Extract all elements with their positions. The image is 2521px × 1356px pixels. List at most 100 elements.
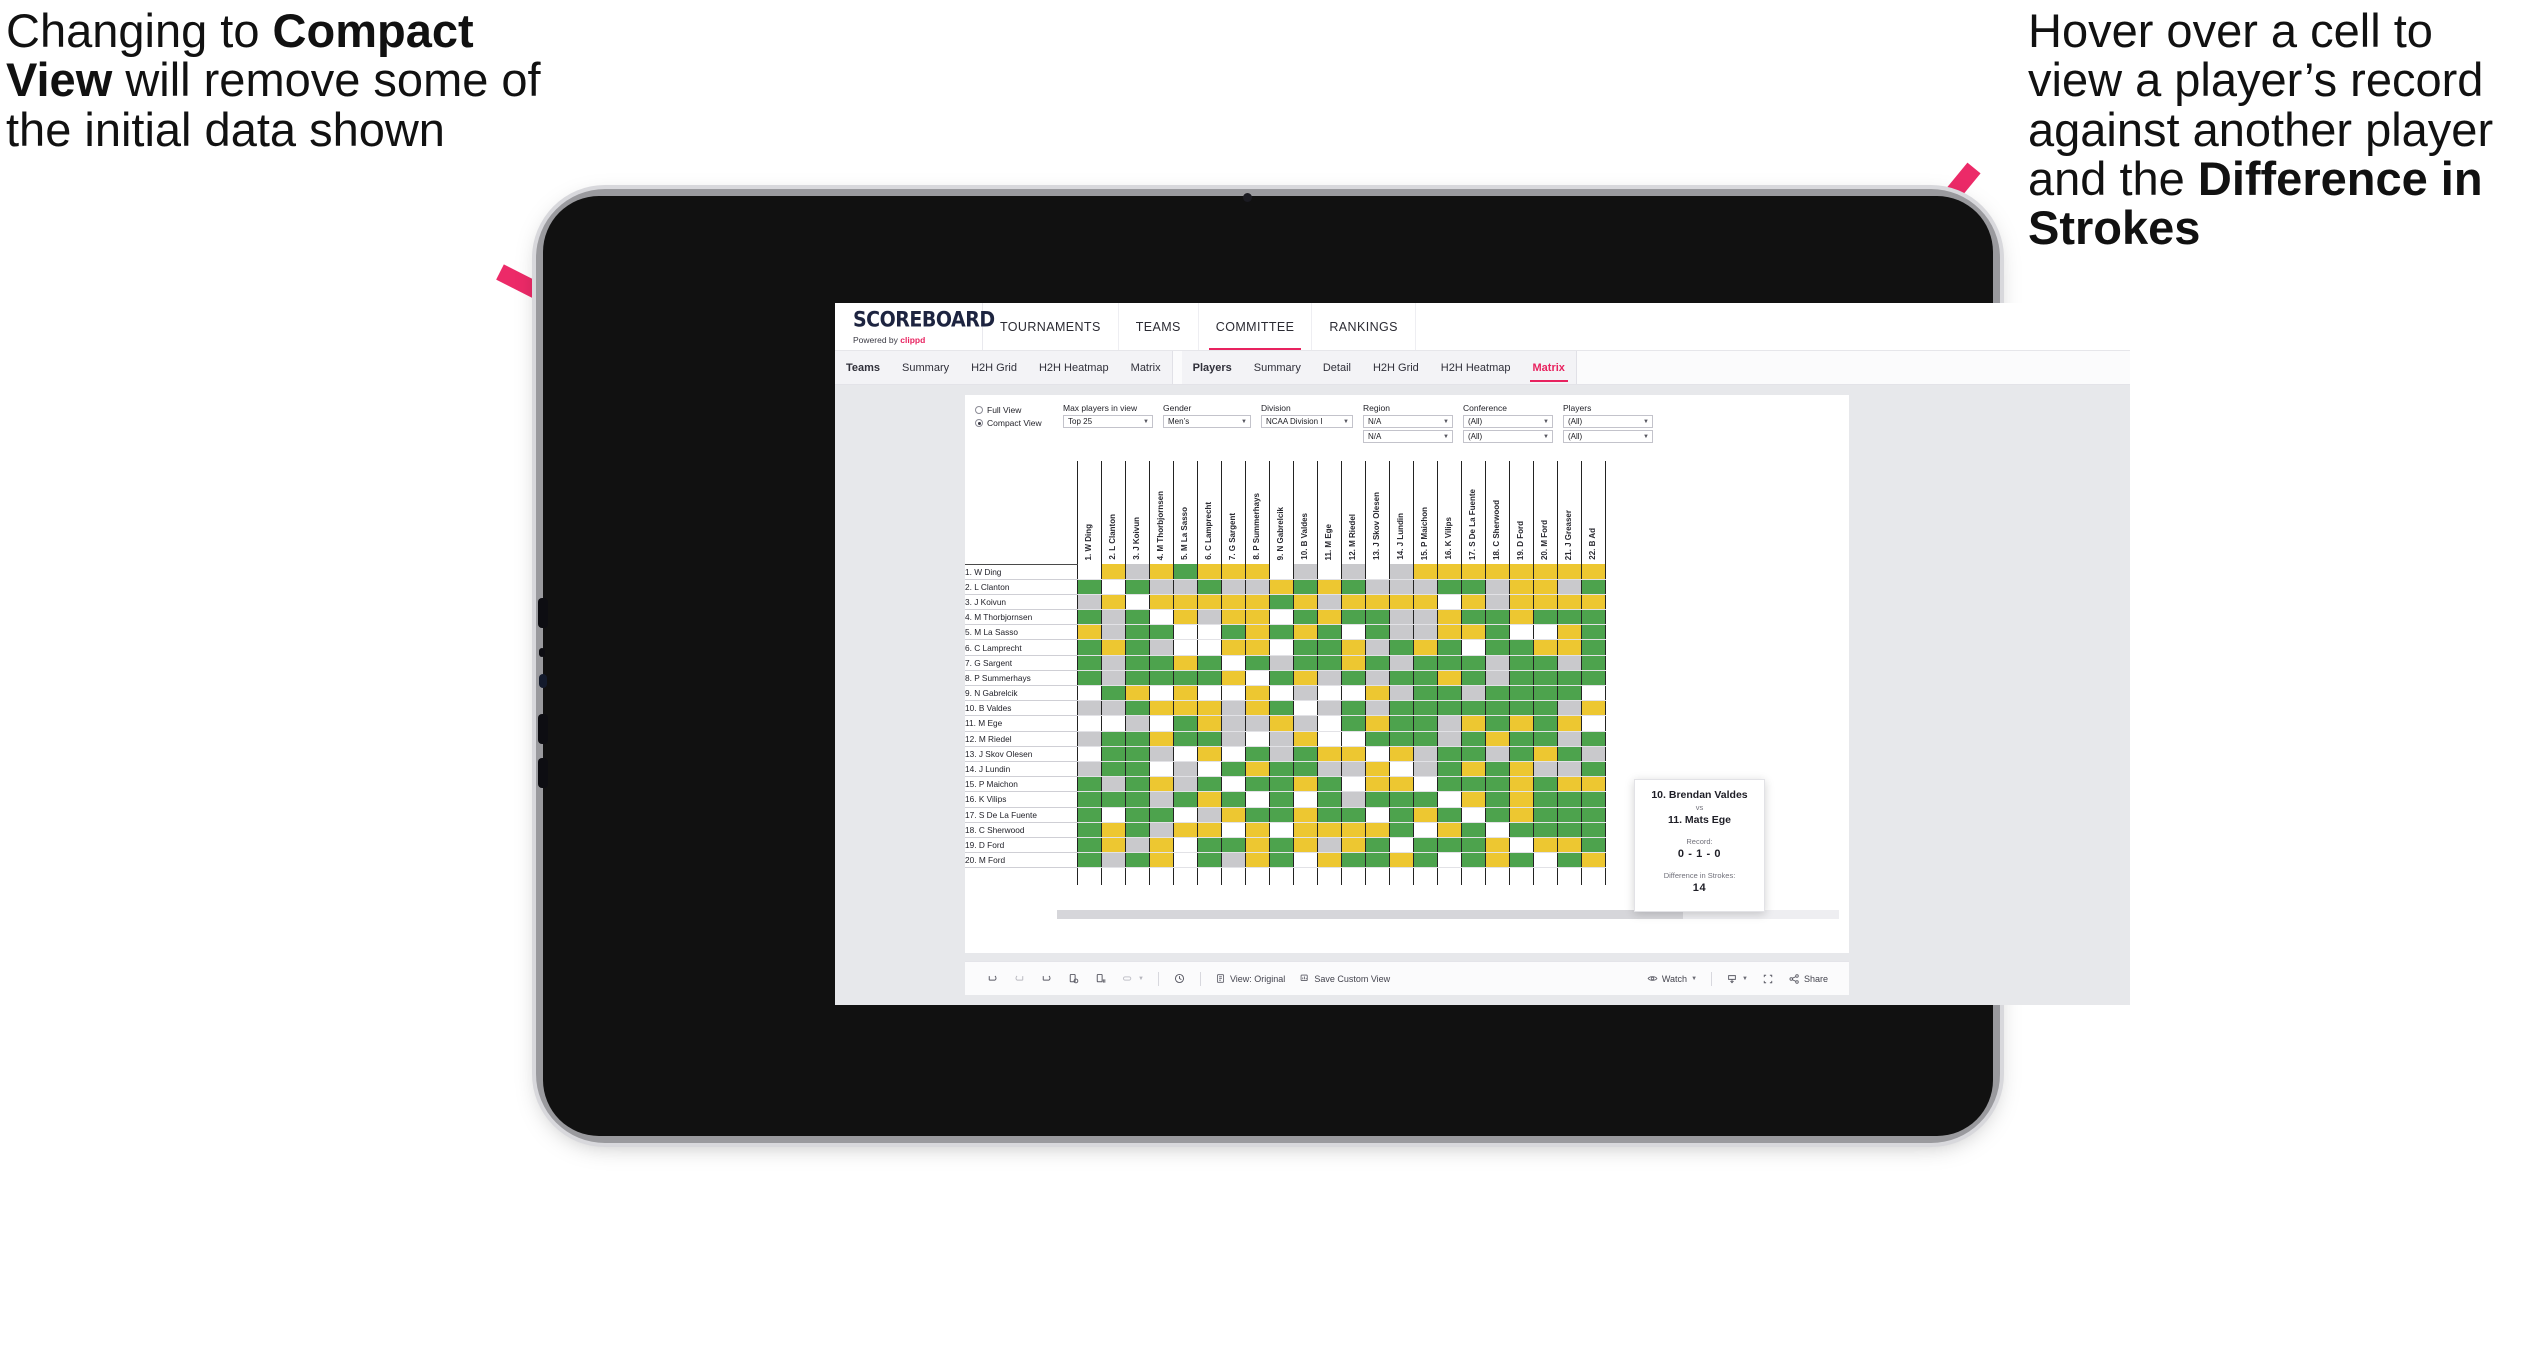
matrix-cell[interactable] — [1196, 746, 1222, 762]
matrix-cell[interactable] — [1100, 685, 1126, 702]
matrix-cell[interactable] — [1436, 791, 1462, 808]
matrix-cell[interactable] — [1364, 579, 1390, 595]
matrix-cell[interactable] — [1148, 822, 1174, 838]
matrix-cell[interactable] — [1196, 564, 1222, 580]
matrix-cell[interactable] — [1268, 564, 1294, 580]
matrix-cell[interactable] — [1412, 609, 1438, 626]
matrix-cell[interactable] — [1172, 579, 1198, 595]
matrix-cell[interactable] — [1076, 594, 1102, 611]
matrix-cell[interactable] — [1460, 731, 1486, 747]
matrix-cell[interactable] — [1076, 639, 1102, 656]
matrix-cell[interactable] — [1220, 731, 1246, 747]
matrix-cell[interactable] — [1532, 609, 1558, 626]
matrix-cell[interactable] — [1148, 564, 1174, 580]
matrix-cell[interactable] — [1556, 807, 1582, 823]
matrix-cell[interactable] — [1556, 564, 1582, 580]
matrix-cell[interactable] — [1244, 837, 1270, 854]
matrix-cell[interactable] — [1388, 715, 1414, 732]
matrix-cell[interactable] — [1580, 685, 1606, 702]
nav-teams[interactable]: TEAMS — [1119, 303, 1199, 350]
matrix-cell[interactable] — [1148, 594, 1174, 611]
matrix-cell[interactable] — [1292, 822, 1318, 838]
matrix-cell[interactable] — [1364, 746, 1390, 762]
matrix-cell[interactable] — [1436, 715, 1462, 732]
matrix-cell[interactable] — [1124, 609, 1150, 626]
matrix-cell[interactable] — [1220, 822, 1246, 838]
matrix-cell[interactable] — [1268, 852, 1294, 869]
matrix-cell[interactable] — [1580, 670, 1606, 687]
matrix-cell[interactable] — [1268, 579, 1294, 595]
matrix-cell[interactable] — [1124, 852, 1150, 869]
matrix-cell[interactable] — [1316, 807, 1342, 823]
matrix-cell[interactable] — [1412, 822, 1438, 838]
matrix-cell[interactable] — [1124, 700, 1150, 717]
matrix-cell[interactable] — [1148, 791, 1174, 808]
matrix-cell[interactable] — [1076, 715, 1102, 732]
matrix-cell[interactable] — [1244, 609, 1270, 626]
matrix-cell[interactable] — [1220, 685, 1246, 702]
matrix-cell[interactable] — [1172, 837, 1198, 854]
matrix-cell[interactable] — [1292, 579, 1318, 595]
matrix-cell[interactable] — [1340, 807, 1366, 823]
subnav-players-detail[interactable]: Detail — [1312, 351, 1362, 384]
matrix-cell[interactable] — [1484, 837, 1510, 854]
matrix-cell[interactable] — [1436, 564, 1462, 580]
matrix-cell[interactable] — [1532, 670, 1558, 687]
matrix-cell[interactable] — [1268, 594, 1294, 611]
matrix-cell[interactable] — [1148, 609, 1174, 626]
matrix-cell[interactable] — [1412, 594, 1438, 611]
matrix-cell[interactable] — [1124, 655, 1150, 671]
matrix-cell[interactable] — [1484, 700, 1510, 717]
matrix-cell[interactable] — [1172, 700, 1198, 717]
matrix-cell[interactable] — [1340, 776, 1366, 793]
subnav-players-summary[interactable]: Summary — [1243, 351, 1312, 384]
matrix-cell[interactable] — [1460, 715, 1486, 732]
matrix-cell[interactable] — [1268, 731, 1294, 747]
matrix-cell[interactable] — [1172, 852, 1198, 869]
matrix-cell[interactable] — [1508, 852, 1534, 869]
matrix-cell[interactable] — [1292, 609, 1318, 626]
pause-button[interactable] — [1166, 972, 1193, 985]
matrix-cell[interactable] — [1220, 564, 1246, 580]
matrix-cell[interactable] — [1484, 731, 1510, 747]
matrix-cell[interactable] — [1268, 715, 1294, 732]
matrix-cell[interactable] — [1220, 761, 1246, 778]
matrix-cell[interactable] — [1316, 776, 1342, 793]
matrix-cell[interactable] — [1388, 776, 1414, 793]
matrix-cell[interactable] — [1484, 624, 1510, 641]
matrix-cell[interactable] — [1460, 776, 1486, 793]
filter-select-max-players[interactable]: Top 25 ▼ — [1063, 415, 1153, 428]
matrix-cell[interactable] — [1316, 852, 1342, 869]
matrix-cell[interactable] — [1460, 564, 1486, 580]
matrix-cell[interactable] — [1508, 731, 1534, 747]
nav-rankings[interactable]: RANKINGS — [1312, 303, 1416, 350]
matrix-cell[interactable] — [1340, 852, 1366, 869]
matrix-cell[interactable] — [1196, 731, 1222, 747]
matrix-cell[interactable] — [1532, 624, 1558, 641]
matrix-cell[interactable] — [1220, 807, 1246, 823]
matrix-cell[interactable] — [1124, 731, 1150, 747]
matrix-cell[interactable] — [1292, 852, 1318, 869]
matrix-cell[interactable] — [1436, 655, 1462, 671]
device-button-volume-up[interactable] — [538, 714, 548, 744]
matrix-cell[interactable] — [1460, 791, 1486, 808]
filter-select-conference[interactable]: (All) ▼ — [1463, 415, 1553, 428]
matrix-cell[interactable] — [1196, 852, 1222, 869]
matrix-cell[interactable] — [1580, 837, 1606, 854]
matrix-cell[interactable] — [1364, 731, 1390, 747]
matrix-cell[interactable] — [1532, 776, 1558, 793]
matrix-cell[interactable] — [1508, 822, 1534, 838]
matrix-cell[interactable] — [1556, 715, 1582, 732]
matrix-cell[interactable] — [1100, 624, 1126, 641]
matrix-cell[interactable] — [1100, 579, 1126, 595]
matrix-cell[interactable] — [1220, 776, 1246, 793]
matrix-cell[interactable] — [1220, 639, 1246, 656]
matrix-cell[interactable] — [1412, 852, 1438, 869]
matrix-cell[interactable] — [1076, 685, 1102, 702]
matrix-cell[interactable] — [1340, 761, 1366, 778]
matrix-cell[interactable] — [1100, 837, 1126, 854]
matrix-cell[interactable] — [1580, 807, 1606, 823]
matrix-cell[interactable] — [1364, 852, 1390, 869]
matrix-cell[interactable] — [1340, 594, 1366, 611]
matrix-cell[interactable] — [1532, 715, 1558, 732]
